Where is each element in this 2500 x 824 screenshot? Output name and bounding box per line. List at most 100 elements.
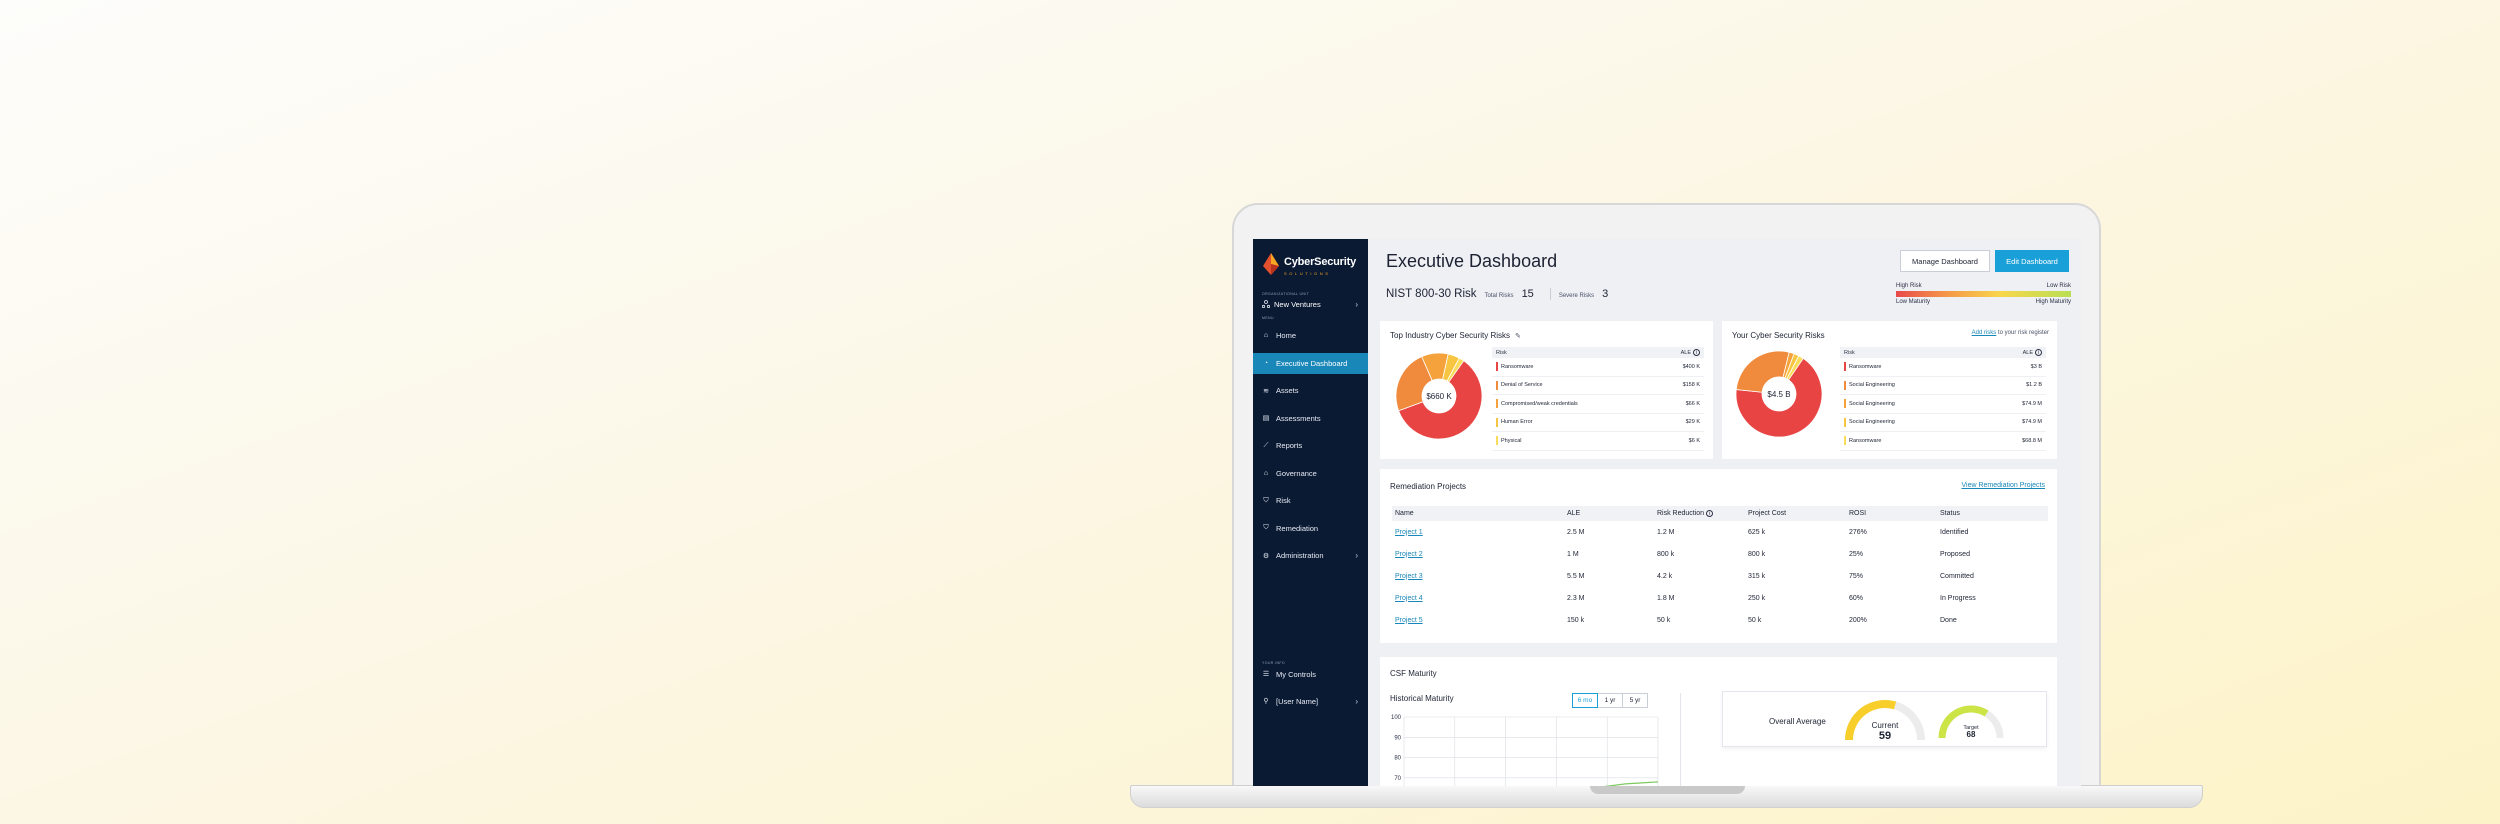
risk-name-cell: Social Engineering: [1844, 417, 1895, 427]
risk-reduction-cell: 4.2 k: [1657, 572, 1673, 580]
table-row[interactable]: Ransomware $400 K: [1492, 358, 1704, 377]
risk-name-cell: Social Engineering: [1844, 380, 1895, 390]
shield-check-icon: ⛉: [1263, 524, 1269, 531]
org-name: New Ventures: [1274, 299, 1321, 309]
sidebar-item-my-controls[interactable]: ☰ My Controls: [1253, 665, 1368, 683]
sidebar-item-reports[interactable]: ⟋ Reports: [1253, 435, 1368, 456]
range-1yr[interactable]: 1 yr: [1597, 693, 1623, 708]
sidebar-item-label: Executive Dashboard: [1276, 358, 1348, 368]
manage-dashboard-button[interactable]: Manage Dashboard: [1900, 250, 1990, 272]
project-link[interactable]: Project 2: [1395, 551, 1423, 558]
risk-color-bar: [1496, 380, 1498, 390]
table-row[interactable]: Ransomware $3 B: [1840, 358, 2046, 377]
project-link[interactable]: Project 5: [1395, 617, 1423, 624]
current-value: 59: [1879, 730, 1891, 742]
col-project-cost[interactable]: Project Cost: [1748, 510, 1849, 517]
project-cost-cell: 315 k: [1748, 572, 1766, 580]
donut-center-value: $4.5 B: [1767, 390, 1790, 399]
industry-risk-table: Risk ALE i Ransomware $400 K Denial of Serv…: [1492, 347, 1704, 451]
range-5yr[interactable]: 5 yr: [1622, 693, 1648, 708]
chart-line-icon: ⟋: [1263, 441, 1269, 449]
risk-maturity-legend: High Risk Low Risk Low Maturity High Mat…: [1896, 283, 2071, 305]
col-risk-reduction[interactable]: Risk Reduction i: [1657, 510, 1748, 517]
edit-pencil-icon[interactable]: ✎: [1515, 332, 1521, 340]
status-cell: Identified: [1940, 528, 1969, 536]
sidebar-item-label: Assets: [1276, 386, 1299, 395]
col-ale[interactable]: ALE: [1567, 510, 1657, 517]
sidebar-item-risk[interactable]: ⛉ Risk: [1253, 490, 1368, 511]
add-risks-link[interactable]: Add risks: [1972, 330, 1997, 336]
sidebar: CyberSecurity SOLUTIONS ORGANIZATIONAL U…: [1253, 239, 1368, 786]
risk-name: Social Engineering: [1849, 382, 1895, 389]
table-row: Project 3 5.5 M 4.2 k 315 k 75% Committed: [1392, 565, 2048, 587]
your-risk-table: Risk ALE i Ransomware $3 B Social Engineeri…: [1840, 347, 2046, 451]
your-risks-card: Your Cyber Security Risks Add risks to y…: [1722, 321, 2057, 459]
risk-ale: $29 K: [1685, 419, 1700, 426]
divider: [1549, 288, 1551, 300]
risk-name-cell: Compromised/weak credentials: [1496, 399, 1578, 409]
ale-cell: 2.3 M: [1567, 594, 1585, 602]
sidebar-item-remediation[interactable]: ⛉ Remediation: [1253, 518, 1368, 539]
remediation-rows: Project 1 2.5 M 1.2 M 625 k 276% Identified Pr…: [1392, 521, 2048, 631]
project-link[interactable]: Project 1: [1395, 529, 1423, 536]
project-link[interactable]: Project 4: [1395, 595, 1423, 602]
risk-summary: NIST 800-30 Risk Total Risks 15 Severe R…: [1386, 288, 1616, 300]
ale-cell: 150 k: [1567, 616, 1585, 624]
sidebar-item-executive-dashboard[interactable]: ◔ Executive Dashboard: [1253, 352, 1368, 374]
add-risks-row: Add risks to your risk register: [1972, 330, 2049, 336]
rosi-cell: 276%: [1849, 528, 1867, 536]
risk-ale: $74.9 M: [2022, 419, 2042, 426]
shield-icon: ⛉: [1263, 496, 1269, 504]
risk-name: Ransomware: [1849, 363, 1882, 370]
donut-slice-social-engineering[interactable]: [1735, 350, 1790, 393]
status-cell: Committed: [1940, 572, 1974, 580]
table-row[interactable]: Human Error $29 K: [1492, 414, 1704, 432]
brand[interactable]: CyberSecurity SOLUTIONS: [1253, 239, 1368, 279]
col-name[interactable]: Name: [1392, 510, 1567, 517]
risk-name: Social Engineering: [1849, 400, 1895, 407]
risk-reduction-cell: 800 k: [1657, 550, 1675, 558]
edit-dashboard-button[interactable]: Edit Dashboard: [1995, 250, 2069, 272]
sidebar-item-governance[interactable]: ⌂ Governance: [1253, 463, 1368, 484]
historical-maturity-chart: 100 90 80 70: [1391, 715, 1659, 786]
table-row[interactable]: Ransomware $68.8 M: [1840, 432, 2046, 451]
sidebar-item-label: Reports: [1276, 441, 1303, 450]
rosi-cell: 60%: [1849, 594, 1864, 602]
app-screen: CyberSecurity SOLUTIONS ORGANIZATIONAL U…: [1253, 239, 2081, 786]
csf-title: CSF Maturity: [1390, 669, 1437, 678]
table-row[interactable]: Social Engineering $74.9 M: [1840, 414, 2046, 432]
org-selector[interactable]: New Ventures ›: [1253, 296, 1368, 310]
sidebar-item-administration[interactable]: ⚙ Administration ›: [1253, 545, 1368, 566]
sidebar-item-home[interactable]: ⌂ Home: [1253, 325, 1368, 346]
user-icon: ⚲: [1263, 698, 1269, 705]
y-tick-label: 90: [1394, 735, 1401, 741]
risk-color-bar: [1844, 399, 1846, 409]
main-content: Executive Dashboard NIST 800-30 Risk Tot…: [1368, 239, 2081, 786]
table-row[interactable]: Denial of Service $158 K: [1492, 377, 1704, 395]
risk-ale: $74.9 M: [2022, 400, 2042, 407]
legend-high-maturity: High Maturity: [2035, 299, 2071, 305]
info-icon[interactable]: i: [1706, 510, 1714, 517]
sidebar-item-assets[interactable]: ≋ Assets: [1253, 380, 1368, 401]
csf-maturity-card: CSF Maturity Historical Maturity 6 mo 1 …: [1380, 657, 2057, 786]
risk-name-cell: Human Error: [1496, 417, 1532, 427]
chevron-right-icon: ›: [1355, 696, 1358, 706]
sidebar-item-assessments[interactable]: ▤ Assessments: [1253, 408, 1368, 429]
range-6mo[interactable]: 6 mo: [1572, 693, 1598, 708]
risk-ale: $68.8 M: [2022, 437, 2042, 444]
table-row[interactable]: Social Engineering $1.2 B: [1840, 377, 2046, 395]
table-row[interactable]: Physical $6 K: [1492, 432, 1704, 451]
view-remediation-link[interactable]: View Remediation Projects: [1961, 482, 2045, 489]
table-row[interactable]: Compromised/weak credentials $66 K: [1492, 395, 1704, 414]
table-row[interactable]: Social Engineering $74.9 M: [1840, 395, 2046, 414]
target-value: 68: [1967, 730, 1976, 739]
info-icon[interactable]: i: [2035, 349, 2042, 356]
info-icon[interactable]: i: [1693, 349, 1700, 356]
col-status[interactable]: Status: [1940, 510, 2040, 517]
table-row: Project 2 1 M 800 k 800 k 25% Proposed: [1392, 543, 2048, 565]
sidebar-item-label: Remediation: [1276, 523, 1319, 533]
project-link[interactable]: Project 3: [1395, 573, 1423, 580]
risk-name: Physical: [1501, 437, 1522, 444]
sidebar-item-user[interactable]: ⚲ [User Name] ›: [1253, 692, 1368, 710]
col-rosi[interactable]: ROSI: [1849, 510, 1940, 517]
